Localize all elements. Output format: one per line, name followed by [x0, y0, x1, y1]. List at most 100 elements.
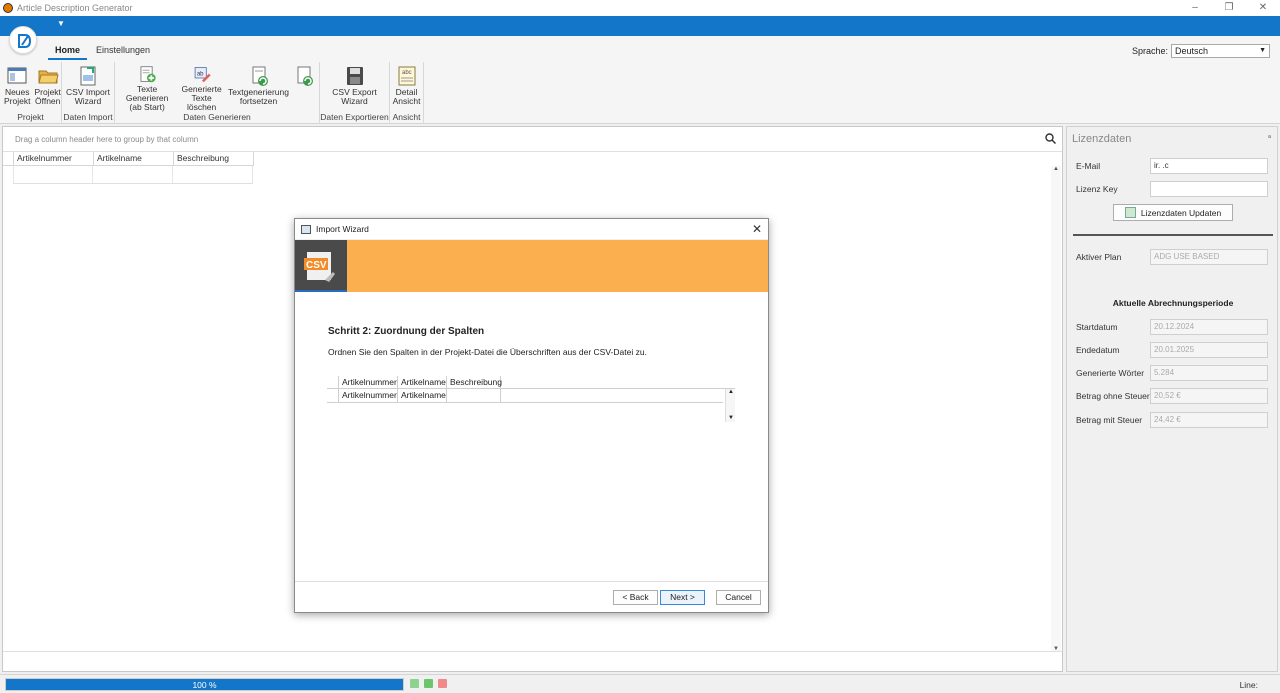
group-panel-hint[interactable]: Drag a column header here to group by th… [3, 127, 1062, 152]
continue-generation-label-2: fortsetzen [239, 96, 278, 106]
group-label-daten-generieren: Daten Generieren [183, 112, 251, 122]
quick-access-bar: ▼ [0, 16, 1280, 36]
group-label-daten-exportieren: Daten Exportieren [320, 112, 389, 122]
amount-gross-row: Betrag mit Steuer 24,42 € [1076, 412, 1268, 428]
language-value: Deutsch [1175, 46, 1209, 56]
mapping-row: Artikelnummer Artikelname [327, 389, 723, 403]
csv-export-wizard-button[interactable]: CSV Export Wizard [330, 62, 378, 112]
refresh-generation-button[interactable] [291, 62, 317, 112]
divider [1073, 234, 1273, 236]
refresh-generation-icon [297, 66, 313, 86]
csv-import-label-2: Wizard [74, 96, 102, 106]
amount-net-label: Betrag ohne Steuer [1076, 391, 1150, 401]
generate-texts-button[interactable]: Texte Generieren (ab Start) [117, 62, 177, 112]
open-project-button[interactable]: Projekt Öffnen [32, 62, 62, 112]
mapping-header-artikelname: Artikelname [398, 376, 447, 388]
pin-icon[interactable]: ᵃ [1268, 133, 1271, 142]
amount-net-row: Betrag ohne Steuer 20,52 € [1076, 388, 1268, 404]
progress-bar: 100 % [5, 678, 404, 691]
quick-access-dropdown-icon[interactable]: ▼ [57, 19, 65, 28]
update-license-button[interactable]: Lizenzdaten Updaten [1113, 204, 1233, 221]
mapping-cell-beschreibung[interactable] [447, 389, 501, 402]
svg-text:abc: abc [402, 70, 412, 76]
language-dropdown[interactable]: Deutsch ▼ [1171, 44, 1270, 58]
close-icon[interactable]: ✕ [752, 222, 762, 236]
license-key-row: Lizenz Key [1076, 181, 1268, 197]
app-logo-icon [3, 3, 13, 13]
step-title: Schritt 2: Zuordnung der Spalten [328, 326, 485, 337]
amount-net-value: 20,52 € [1150, 388, 1268, 404]
ribbon-group-daten-exportieren: CSV Export Wizard Daten Exportieren [320, 62, 390, 124]
group-label-daten-import: Daten Import [63, 112, 113, 122]
end-date-value: 20.01.2025 [1150, 342, 1268, 358]
amount-gross-value: 24,42 € [1150, 412, 1268, 428]
ribbon-group-daten-generieren: Texte Generieren (ab Start) ab Generiert… [115, 62, 320, 124]
update-license-label: Lizenzdaten Updaten [1140, 207, 1222, 218]
cancel-button[interactable]: Cancel [716, 590, 761, 605]
mapping-scrollbar[interactable]: ▲ ▼ [725, 389, 735, 422]
ribbon: Home Einstellungen Sprache: Deutsch ▼ Ne… [0, 26, 1280, 124]
detail-view-label-2: Ansicht [392, 96, 421, 106]
table-cell[interactable] [13, 166, 93, 183]
csv-export-label-2: Wizard [341, 96, 368, 106]
new-project-icon [7, 67, 27, 84]
import-wizard-dialog: Import Wizard ✕ CSV Schritt 2: Zuordnung… [294, 218, 769, 613]
mapping-cell-artikelnummer[interactable]: Artikelnummer [339, 389, 398, 402]
plan-value: ADG USE BASED [1150, 249, 1268, 265]
table-row[interactable] [13, 166, 253, 184]
tab-einstellungen[interactable]: Einstellungen [89, 44, 157, 60]
row-indicator [327, 389, 339, 402]
continue-generation-button[interactable]: Textgenerierung fortsetzen [226, 62, 291, 112]
language-label: Sprache: [1131, 46, 1168, 56]
table-cell[interactable] [93, 166, 173, 183]
scroll-up-icon[interactable]: ▲ [1053, 166, 1059, 172]
csv-import-wizard-button[interactable]: CSV Import Wizard [64, 62, 112, 112]
column-header-artikelname[interactable]: Artikelname [94, 152, 174, 165]
scroll-down-icon[interactable]: ▼ [728, 415, 734, 421]
start-date-value: 20.12.2024 [1150, 319, 1268, 335]
plan-row: Aktiver Plan ADG USE BASED [1076, 249, 1268, 265]
grid-vertical-scrollbar[interactable]: ▲ ▼ [1051, 166, 1061, 652]
delete-generated-texts-button[interactable]: ab Generierte Texte löschen [177, 62, 226, 112]
tab-home[interactable]: Home [48, 44, 88, 60]
csv-file-icon: CSV [295, 240, 347, 292]
back-button[interactable]: < Back [613, 590, 658, 605]
email-field[interactable]: ir. .c [1150, 158, 1268, 174]
table-cell[interactable] [173, 166, 253, 183]
detail-view-button[interactable]: abc Detail Ansicht [391, 62, 423, 112]
mapping-headers: Artikelnummer Artikelname Beschreibung [327, 376, 735, 389]
new-project-button[interactable]: Neues Projekt [2, 62, 32, 112]
license-panel: Lizenzdaten ᵃ E-Mail ir. .c Lizenz Key L… [1066, 126, 1278, 672]
end-date-row: Endedatum 20.01.2025 [1076, 342, 1268, 358]
ribbon-group-daten-import: CSV Import Wizard Daten Import [62, 62, 115, 124]
close-button[interactable]: ✕ [1246, 0, 1280, 16]
license-panel-title: Lizenzdaten [1072, 133, 1132, 145]
column-header-artikelnummer[interactable]: Artikelnummer [14, 152, 94, 165]
license-update-icon [1124, 207, 1136, 218]
mapping-cell-artikelname[interactable]: Artikelname [398, 389, 447, 402]
status-add-icon[interactable] [424, 679, 433, 688]
ribbon-group-ansicht: abc Detail Ansicht Ansicht [390, 62, 424, 124]
generate-texts-label-1: Texte Generieren [125, 84, 169, 103]
svg-text:CSV: CSV [306, 260, 327, 271]
delete-text-icon: ab [194, 67, 211, 83]
plan-label: Aktiver Plan [1076, 252, 1122, 262]
next-button[interactable]: Next > [660, 590, 705, 605]
title-bar: Article Description Generator – ❐ ✕ [0, 0, 1280, 16]
detail-view-icon: abc [398, 66, 415, 86]
dialog-title: Import Wizard [316, 224, 369, 234]
email-label: E-Mail [1076, 161, 1101, 171]
license-key-field[interactable] [1150, 181, 1268, 197]
application-menu-button[interactable] [9, 26, 37, 54]
scroll-up-icon[interactable]: ▲ [728, 389, 734, 395]
status-ok-icon[interactable] [410, 679, 419, 688]
ribbon-group-projekt: Neues Projekt Projekt Öffnen Projekt [0, 62, 62, 124]
column-header-beschreibung[interactable]: Beschreibung [174, 152, 254, 165]
search-icon[interactable] [1045, 133, 1056, 144]
amount-gross-label: Betrag mit Steuer [1076, 415, 1143, 425]
status-remove-icon[interactable] [438, 679, 447, 688]
window-title: Article Description Generator [17, 3, 133, 13]
minimize-button[interactable]: – [1178, 0, 1212, 16]
new-project-label-2: Projekt [4, 96, 31, 106]
restore-button[interactable]: ❐ [1212, 0, 1246, 16]
